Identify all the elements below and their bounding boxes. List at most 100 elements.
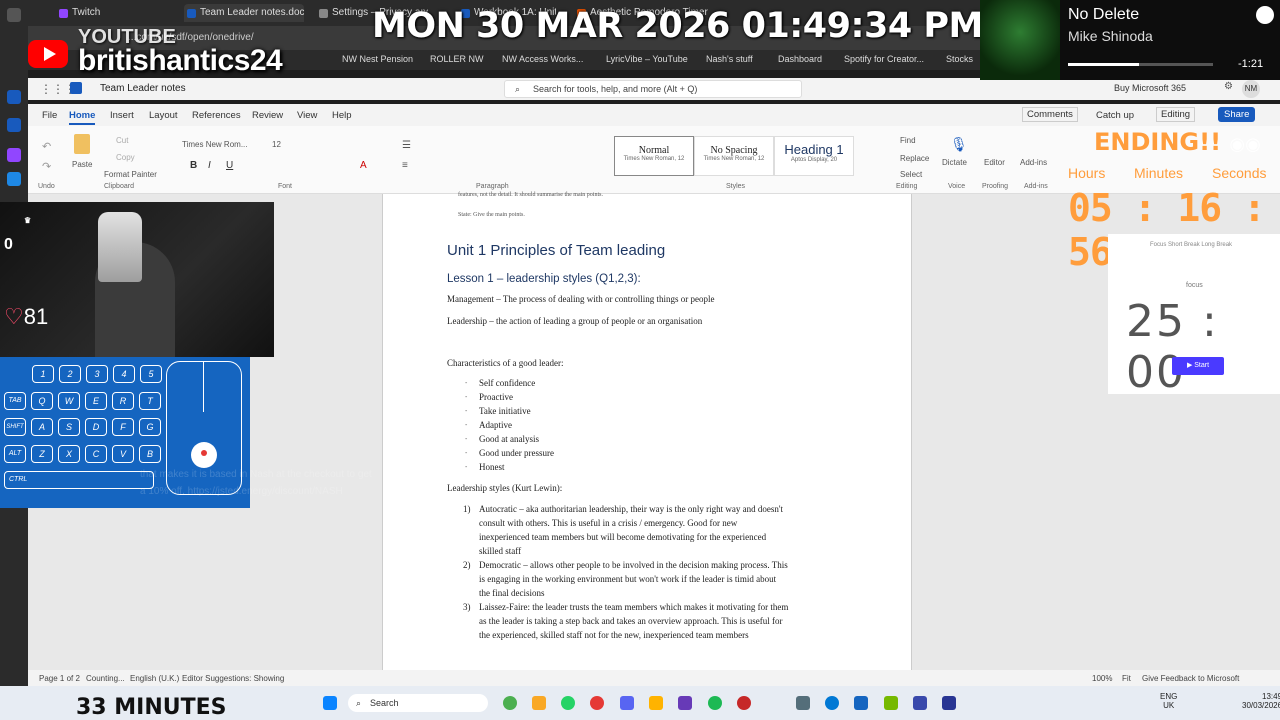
- key: E: [85, 392, 107, 410]
- font-color-button[interactable]: A: [360, 160, 367, 171]
- opera-icon[interactable]: [590, 696, 604, 710]
- style-normal[interactable]: Normal Times New Roman, 12: [614, 136, 694, 176]
- nvidia-icon[interactable]: [884, 696, 898, 710]
- font-name-select[interactable]: Times New Rom...: [182, 140, 272, 154]
- bookmark-item[interactable]: Dashboard: [778, 54, 822, 64]
- app-icon[interactable]: [796, 696, 810, 710]
- settings-gear-icon[interactable]: ⚙: [1224, 81, 1233, 92]
- paste-button[interactable]: Paste: [72, 160, 92, 169]
- app-icon[interactable]: [913, 696, 927, 710]
- spotify-icon[interactable]: [708, 696, 722, 710]
- page-count[interactable]: Page 1 of 2: [39, 674, 80, 683]
- edge-icon[interactable]: [825, 696, 839, 710]
- share-button[interactable]: Share: [1218, 107, 1256, 122]
- undo-icon[interactable]: ↶: [42, 140, 51, 153]
- bookmark-item[interactable]: ROLLER NW: [430, 54, 484, 64]
- timer-label-seconds: Seconds: [1212, 165, 1267, 181]
- add-ins-button[interactable]: Add-ins: [1020, 158, 1047, 167]
- search-placeholder: Search for tools, help, and more (Alt + …: [533, 84, 698, 94]
- catch-up-button[interactable]: Catch up: [1096, 110, 1134, 121]
- editor-button[interactable]: Editor: [984, 158, 1005, 167]
- cut-button[interactable]: Cut: [116, 136, 128, 145]
- document-name[interactable]: Team Leader notes: [100, 83, 186, 94]
- avatar[interactable]: NM: [1242, 80, 1260, 98]
- tab-references[interactable]: References: [192, 110, 241, 121]
- pomodoro-widget: Focus Short Break Long Break focus 25 : …: [1108, 234, 1280, 398]
- tab-help[interactable]: Help: [332, 110, 352, 121]
- tab-review[interactable]: Review: [252, 110, 283, 121]
- zoom-level[interactable]: 100%: [1092, 674, 1112, 683]
- feedback-link[interactable]: Give Feedback to Microsoft: [1142, 674, 1239, 683]
- list-item: Good under pressure: [479, 448, 554, 458]
- style-no-spacing[interactable]: No Spacing Times New Roman, 12: [694, 136, 774, 176]
- folder-icon[interactable]: [532, 696, 546, 710]
- bookmark-item[interactable]: LyricVibe – YouTube: [606, 54, 688, 64]
- editor-suggestions[interactable]: Editor Suggestions: Showing: [182, 674, 284, 683]
- bookmark-item[interactable]: Stocks: [946, 54, 973, 64]
- whatsapp-icon[interactable]: [561, 696, 575, 710]
- bookmark-item[interactable]: NW Nest Pension: [342, 54, 413, 64]
- discord-icon[interactable]: [620, 696, 634, 710]
- redo-icon[interactable]: ↷: [42, 160, 51, 173]
- key: B: [139, 445, 161, 463]
- app-icon[interactable]: [678, 696, 692, 710]
- messenger-icon[interactable]: [7, 172, 21, 186]
- tab-file[interactable]: File: [42, 110, 57, 121]
- language-indicator[interactable]: ENG UK: [1160, 692, 1177, 710]
- voice-group-label: Voice: [948, 183, 966, 190]
- list-item: inexperienced team members but will beco…: [479, 532, 767, 542]
- list-item: the final decisions: [479, 588, 545, 598]
- tab-view[interactable]: View: [297, 110, 317, 121]
- format-painter-button[interactable]: Format Painter: [104, 170, 157, 179]
- italic-button[interactable]: I: [208, 160, 211, 171]
- dictate-button[interactable]: Dictate: [942, 158, 967, 167]
- app-icon[interactable]: [737, 696, 751, 710]
- word-count[interactable]: Counting...: [86, 674, 125, 683]
- tab-layout[interactable]: Layout: [149, 110, 178, 121]
- bookmark-item[interactable]: Spotify for Creator...: [844, 54, 924, 64]
- pomodoro-tabs[interactable]: Focus Short Break Long Break: [1150, 242, 1232, 248]
- app-icon[interactable]: [854, 696, 868, 710]
- word-logo-icon: [70, 82, 82, 94]
- list-item: Autocratic – aka authoritarian leadershi…: [479, 504, 784, 514]
- app-icon[interactable]: [7, 8, 21, 22]
- bookmark-item[interactable]: Nash's stuff: [706, 54, 753, 64]
- copy-button[interactable]: Copy: [116, 153, 135, 162]
- clipboard-icon: [74, 134, 90, 154]
- comments-button[interactable]: Comments: [1022, 107, 1078, 122]
- editing-mode-button[interactable]: Editing: [1156, 107, 1196, 122]
- replace-button[interactable]: Replace: [900, 154, 929, 163]
- align-left-icon[interactable]: ≡: [402, 160, 408, 171]
- microphone-icon: 🎙: [950, 136, 968, 152]
- word-icon[interactable]: [7, 90, 21, 104]
- document-page[interactable]: features, not the detail. It should summ…: [382, 192, 912, 670]
- font-size-select[interactable]: 12: [272, 140, 281, 149]
- tab-home[interactable]: Home: [69, 110, 96, 125]
- system-clock[interactable]: 13:49 30/03/2026: [1242, 692, 1280, 710]
- list-item: skilled staff: [479, 546, 522, 556]
- tab-team-leader-notes[interactable]: Team Leader notes.docx: [184, 4, 304, 22]
- language[interactable]: English (U.K.): [130, 674, 179, 683]
- find-button[interactable]: Find: [900, 136, 916, 145]
- style-heading-1[interactable]: Heading 1 Aptos Display, 20: [774, 136, 854, 176]
- select-button[interactable]: Select: [900, 170, 922, 179]
- app-icon[interactable]: [649, 696, 663, 710]
- paragraph-group-label: Paragraph: [476, 183, 509, 190]
- pomodoro-start-button[interactable]: ▶ Start: [1172, 357, 1224, 375]
- underline-button[interactable]: U: [226, 160, 233, 171]
- start-icon[interactable]: [323, 696, 337, 710]
- twitch-icon[interactable]: [7, 148, 21, 162]
- fit-button[interactable]: Fit: [1122, 674, 1131, 683]
- bullets-icon[interactable]: ☰: [402, 140, 411, 151]
- bold-button[interactable]: B: [190, 160, 197, 171]
- outlook-icon[interactable]: [7, 118, 21, 132]
- search-input[interactable]: ⌕ Search for tools, help, and more (Alt …: [504, 80, 802, 98]
- list-item: the experienced, skilled staff not for t…: [479, 630, 749, 640]
- buy-microsoft-365-link[interactable]: Buy Microsoft 365: [1114, 83, 1186, 93]
- taskbar-search[interactable]: ⌕ Search: [348, 694, 488, 712]
- bookmark-item[interactable]: NW Access Works...: [502, 54, 583, 64]
- app-icon[interactable]: [942, 696, 956, 710]
- tab-insert[interactable]: Insert: [110, 110, 134, 121]
- chrome-icon[interactable]: [503, 696, 517, 710]
- tab-twitch[interactable]: Twitch: [56, 4, 166, 22]
